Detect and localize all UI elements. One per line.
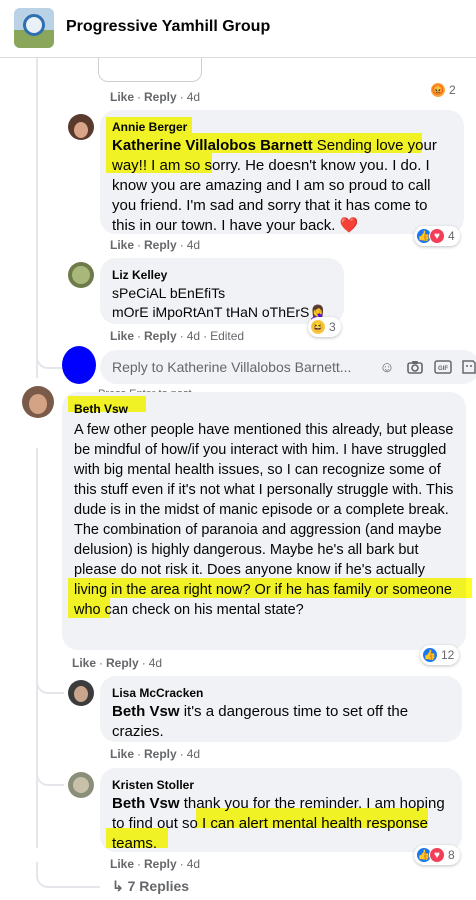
- reaction-summary-annie[interactable]: 👍 ♥ 4: [414, 226, 460, 246]
- reply-link[interactable]: Reply: [144, 747, 177, 761]
- avatar-beth-vsw[interactable]: [22, 386, 54, 418]
- reaction-summary-beth[interactable]: 👍 12: [420, 645, 460, 665]
- reply-input[interactable]: Reply to Katherine Villalobos Barnett...…: [100, 350, 476, 384]
- comment-author[interactable]: Liz Kelley: [112, 268, 167, 282]
- comment-author[interactable]: Beth Vsw: [74, 402, 128, 416]
- previous-comment-attachment: [98, 58, 202, 82]
- timestamp[interactable]: 4d: [187, 329, 200, 343]
- avatar-liz-kelley[interactable]: [68, 262, 94, 288]
- comment-actions-liz: Like · Reply · 4d · Edited: [110, 329, 245, 343]
- avatar-kristen-stoller[interactable]: [68, 772, 94, 798]
- comment-actions-kristen: Like · Reply · 4d: [110, 857, 201, 871]
- reaction-summary-top[interactable]: 😡 2: [428, 80, 461, 100]
- like-link[interactable]: Like: [110, 238, 134, 252]
- thread-connector-kristen: [36, 768, 64, 786]
- comment-actions-beth: Like · Reply · 4d: [72, 656, 163, 670]
- logo-emblem-icon: [23, 14, 45, 36]
- mention-link[interactable]: Beth Vsw: [112, 795, 180, 812]
- timestamp[interactable]: 4d: [187, 238, 200, 252]
- like-link[interactable]: Like: [110, 329, 134, 343]
- emoji-icon[interactable]: ☺: [378, 358, 396, 376]
- svg-text:GIF: GIF: [438, 366, 448, 372]
- comment-author[interactable]: Lisa McCracken: [112, 686, 203, 700]
- haha-reaction-icon: 😆: [310, 319, 326, 335]
- avatar-lisa-mccracken[interactable]: [68, 680, 94, 706]
- gif-icon[interactable]: GIF: [434, 358, 452, 376]
- reply-link[interactable]: Reply: [106, 656, 139, 670]
- like-link[interactable]: Like: [110, 857, 134, 871]
- reaction-summary-kristen[interactable]: 👍 ♥ 8: [414, 845, 460, 865]
- thread-connector-reply-input: [36, 355, 62, 369]
- comment-bubble-lisa: Lisa McCracken Beth Vsw it's a dangerous…: [100, 676, 462, 742]
- timestamp[interactable]: 4d: [187, 747, 200, 761]
- comment-text: Beth Vsw it's a dangerous time to set of…: [112, 703, 409, 740]
- comment-bubble-kristen: Kristen Stoller Beth Vsw thank you for t…: [100, 768, 462, 852]
- comment-bubble-liz: Liz Kelley sPeCiAL bEnEfiTs mOrE iMpoRtA…: [100, 258, 344, 324]
- timestamp[interactable]: 4d: [187, 90, 200, 104]
- comment-bubble-beth: Beth Vsw A few other people have mention…: [62, 392, 466, 650]
- comment-author[interactable]: Kristen Stoller: [112, 778, 194, 792]
- comment-actions-annie: Like · Reply · 4d: [110, 238, 201, 252]
- reply-link[interactable]: Reply: [144, 90, 177, 104]
- thread-connector-replies: [36, 862, 100, 888]
- camera-icon[interactable]: [406, 358, 424, 376]
- timestamp[interactable]: 4d: [187, 857, 200, 871]
- comment-text: sPeCiAL bEnEfiTs mOrE iMpoRtAnT tHaN oTh…: [112, 285, 327, 320]
- thread-line-outer: [36, 58, 38, 378]
- like-link[interactable]: Like: [110, 747, 134, 761]
- comment-text: Beth Vsw thank you for the reminder. I a…: [112, 795, 445, 852]
- comment-text: Katherine Villalobos Barnett Sending lov…: [112, 137, 437, 234]
- timestamp[interactable]: 4d: [149, 656, 162, 670]
- love-reaction-icon: ♥: [429, 847, 445, 863]
- avatar-annie-berger[interactable]: [68, 114, 94, 140]
- mention-link[interactable]: Beth Vsw: [112, 703, 180, 720]
- group-logo[interactable]: [14, 8, 54, 48]
- like-link[interactable]: Like: [110, 90, 134, 104]
- view-replies-link[interactable]: ↳ 7 Replies: [112, 878, 189, 895]
- comment-text: A few other people have mentioned this a…: [74, 422, 454, 618]
- thread-line-beth: [36, 448, 38, 848]
- sticker-icon[interactable]: [460, 358, 476, 376]
- comment-bubble-annie: Annie Berger Katherine Villalobos Barnet…: [100, 110, 464, 234]
- edited-label: Edited: [210, 329, 245, 343]
- like-reaction-icon: 👍: [422, 647, 438, 663]
- comment-actions-top: Like · Reply · 4d: [110, 90, 201, 104]
- love-reaction-icon: ♥: [429, 228, 445, 244]
- group-header: Progressive Yamhill Group: [0, 0, 476, 58]
- reply-link[interactable]: Reply: [144, 857, 177, 871]
- comment-author[interactable]: Annie Berger: [112, 120, 187, 134]
- comment-actions-lisa: Like · Reply · 4d: [110, 747, 201, 761]
- like-link[interactable]: Like: [72, 656, 96, 670]
- reply-link[interactable]: Reply: [144, 329, 177, 343]
- heart-emoji: ❤️: [339, 217, 359, 234]
- reply-link[interactable]: Reply: [144, 238, 177, 252]
- group-name[interactable]: Progressive Yamhill Group: [66, 18, 270, 36]
- thread-connector-lisa: [36, 676, 64, 694]
- mention-link[interactable]: Katherine Villalobos Barnett: [112, 137, 313, 154]
- angry-reaction-icon: 😡: [430, 82, 446, 98]
- reaction-summary-liz[interactable]: 😆 3: [308, 317, 341, 337]
- current-user-avatar[interactable]: [62, 346, 96, 384]
